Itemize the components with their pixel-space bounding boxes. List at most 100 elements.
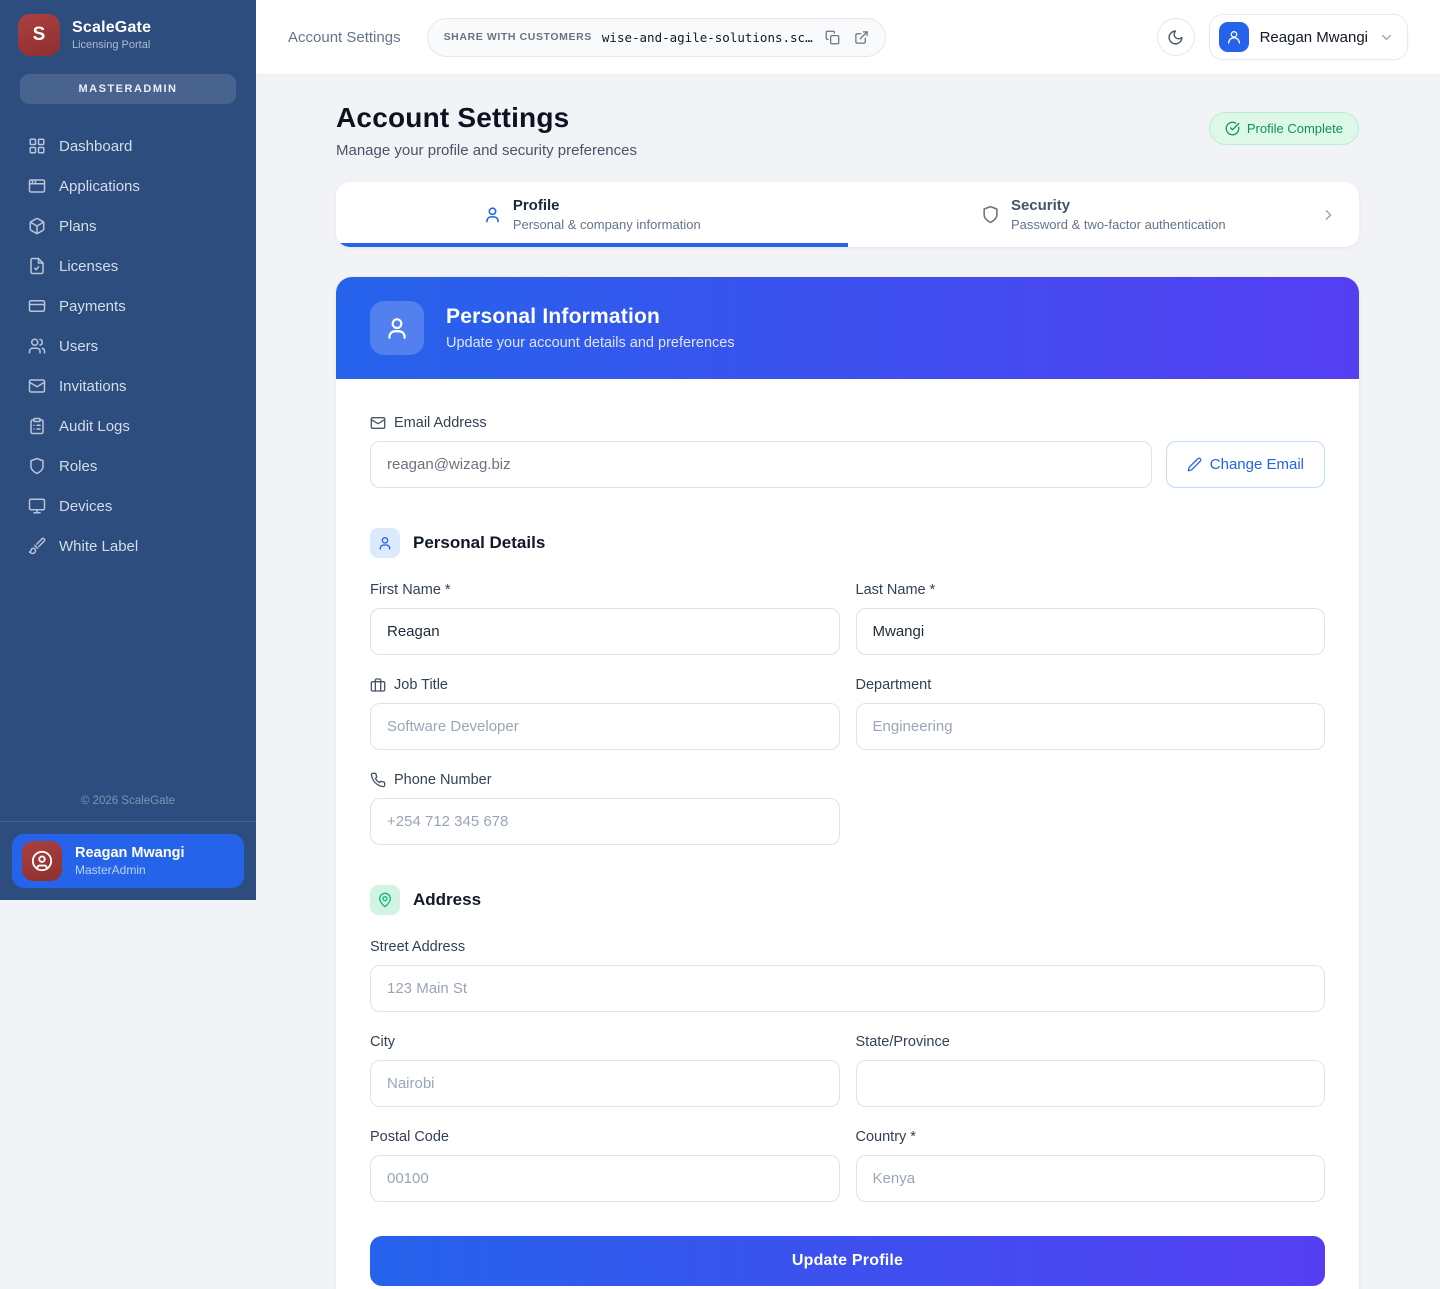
dashboard-icon [28, 137, 46, 155]
email-field[interactable] [370, 441, 1152, 488]
users-icon [28, 337, 46, 355]
tab-profile-text: Profile Personal & company information [513, 197, 701, 232]
email-label-text: Email Address [394, 415, 487, 431]
page-subtitle: Manage your profile and security prefere… [336, 142, 637, 159]
sidebar-user-card[interactable]: Reagan Mwangi MasterAdmin [12, 834, 244, 888]
user-icon [483, 205, 502, 224]
brand-logo-letter: S [33, 24, 46, 46]
share-label: SHARE WITH CUSTOMERS [444, 31, 592, 43]
card-subtitle: Update your account details and preferen… [446, 335, 735, 351]
copy-button[interactable] [823, 28, 842, 47]
address-section-header: Address [370, 885, 1325, 915]
sidebar-item-label: Plans [59, 218, 97, 235]
moon-icon [1167, 29, 1184, 46]
paintbrush-icon [28, 537, 46, 555]
user-icon-chip [370, 301, 424, 355]
sidebar: S ScaleGate Licensing Portal MASTERADMIN… [0, 0, 256, 900]
card-header: Personal Information Update your account… [336, 277, 1359, 379]
sidebar-item-audit-logs[interactable]: Audit Logs [16, 406, 240, 446]
topbar: Account Settings SHARE WITH CUSTOMERS wi… [256, 0, 1440, 75]
card-title: Personal Information [446, 305, 735, 329]
state-field[interactable] [856, 1060, 1326, 1107]
department-label: Department [856, 677, 1326, 693]
personal-details-title: Personal Details [413, 533, 545, 553]
brand-tagline: Licensing Portal [72, 39, 151, 51]
email-row: Change Email [370, 441, 1325, 488]
address-grid: City State/Province Postal Code Cou [370, 1034, 1325, 1202]
tab-security-text: Security Password & two-factor authentic… [1011, 197, 1226, 232]
change-email-button[interactable]: Change Email [1166, 441, 1325, 488]
settings-tabs: Profile Personal & company information S… [336, 182, 1359, 247]
user-menu[interactable]: Reagan Mwangi [1209, 14, 1408, 60]
brand-name: ScaleGate [72, 19, 151, 37]
first-name-label: First Name * [370, 582, 840, 598]
sidebar-item-payments[interactable]: Payments [16, 286, 240, 326]
country-field[interactable] [856, 1155, 1326, 1202]
page-header-text: Account Settings Manage your profile and… [336, 102, 637, 159]
tab-security-description: Password & two-factor authentication [1011, 217, 1226, 232]
brand-text: ScaleGate Licensing Portal [72, 19, 151, 51]
phone-field[interactable] [370, 798, 840, 845]
tab-security[interactable]: Security Password & two-factor authentic… [848, 197, 1360, 232]
file-icon [28, 257, 46, 275]
sidebar-item-devices[interactable]: Devices [16, 486, 240, 526]
card-header-text: Personal Information Update your account… [446, 305, 735, 351]
department-group: Department [856, 677, 1326, 750]
open-link-button[interactable] [852, 28, 871, 47]
sidebar-user-name: Reagan Mwangi [75, 845, 185, 861]
check-circle-icon [1225, 121, 1240, 136]
user-icon [377, 535, 393, 551]
last-name-field[interactable] [856, 608, 1326, 655]
sidebar-item-white-label[interactable]: White Label [16, 526, 240, 566]
pencil-icon [1187, 457, 1202, 472]
job-title-group: Job Title [370, 677, 840, 750]
tab-profile-label: Profile [513, 197, 701, 214]
copy-icon [825, 30, 840, 45]
country-label: Country * [856, 1129, 1326, 1145]
state-group: State/Province [856, 1034, 1326, 1107]
tab-profile[interactable]: Profile Personal & company information [336, 197, 848, 232]
share-url: wise-and-agile-solutions.sc… [602, 30, 813, 45]
city-group: City [370, 1034, 840, 1107]
sidebar-item-label: Devices [59, 498, 112, 515]
chevron-right-icon[interactable] [1320, 206, 1337, 223]
first-name-group: First Name * [370, 582, 840, 655]
sidebar-item-label: Invitations [59, 378, 127, 395]
sidebar-item-applications[interactable]: Applications [16, 166, 240, 206]
sidebar-item-dashboard[interactable]: Dashboard [16, 126, 240, 166]
mail-icon [370, 415, 386, 431]
sidebar-item-invitations[interactable]: Invitations [16, 366, 240, 406]
dark-mode-toggle[interactable] [1157, 18, 1195, 56]
tab-security-label: Security [1011, 197, 1226, 214]
avatar [1219, 22, 1249, 52]
clipboard-icon [28, 417, 46, 435]
shield-icon [981, 205, 1000, 224]
department-field[interactable] [856, 703, 1326, 750]
first-name-field[interactable] [370, 608, 840, 655]
topbar-right: Reagan Mwangi [1157, 14, 1408, 60]
job-title-field[interactable] [370, 703, 840, 750]
update-profile-button[interactable]: Update Profile [370, 1236, 1325, 1286]
sidebar-copyright: © 2026 ScaleGate [0, 795, 256, 821]
map-pin-icon [377, 892, 393, 908]
user-icon [1226, 29, 1242, 45]
avatar [22, 841, 62, 881]
monitor-icon [28, 497, 46, 515]
sidebar-item-label: Licenses [59, 258, 118, 275]
content: Account Settings Manage your profile and… [256, 75, 1440, 1289]
sidebar-item-plans[interactable]: Plans [16, 206, 240, 246]
phone-label-text: Phone Number [394, 772, 492, 788]
profile-form: Email Address Change Email Persona [336, 379, 1359, 1289]
phone-icon [370, 772, 386, 788]
personal-details-chip [370, 528, 400, 558]
street-address-field[interactable] [370, 965, 1325, 1012]
sidebar-item-roles[interactable]: Roles [16, 446, 240, 486]
page-header: Account Settings Manage your profile and… [336, 102, 1359, 159]
sidebar-item-licenses[interactable]: Licenses [16, 246, 240, 286]
role-badge: MASTERADMIN [20, 74, 236, 104]
city-field[interactable] [370, 1060, 840, 1107]
tab-profile-description: Personal & company information [513, 217, 701, 232]
postal-code-field[interactable] [370, 1155, 840, 1202]
app-window-icon [28, 177, 46, 195]
sidebar-item-users[interactable]: Users [16, 326, 240, 366]
